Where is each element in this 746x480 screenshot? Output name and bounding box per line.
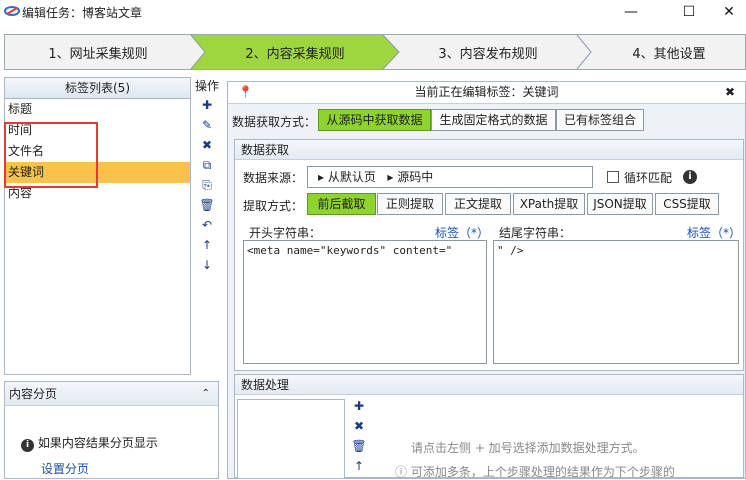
start-tag-link[interactable]: 标签（*） [435,224,489,241]
source-path-html: 源码中 [397,170,434,184]
extract-json-button[interactable]: JSON提取 [587,193,653,215]
extract-body-button[interactable]: 正文提取 [445,193,511,215]
fetch-mode-fixed-button[interactable]: 生成固定格式的数据 [431,109,556,131]
process-hint: 请点击左侧 + 加号选择添加数据处理方式。 [411,441,645,455]
delete-process-icon[interactable]: ✖ [349,419,369,439]
source-label: 数据来源： [243,171,304,185]
fetch-mode-label: 数据获取方式： [232,115,317,129]
process-hint-2: ⓘ 可添加多条，上个步骤处理的结果作为下个步骤的 [395,463,675,480]
data-processing-header: 数据处理 [235,375,743,395]
pagination-title: 内容分页 [9,387,58,401]
set-pagination-link[interactable]: 设置分页 [41,460,89,477]
source-arrow-icon: ▸ [387,170,394,184]
data-fetch-section: 数据获取 数据来源： ▸ 从默认页 ▸ 源码中 循环匹配 i 提取方式： 前后截… [234,139,744,371]
edit-icon[interactable]: ✎ [193,115,221,135]
app-logo-icon [4,6,20,16]
up-arrow-icon[interactable]: ↑ [193,235,221,255]
down-arrow-icon[interactable]: ↓ [193,255,221,275]
title-bar: 编辑任务：博客站文章 — ☐ ✕ [0,0,746,24]
close-button[interactable]: ✕ [706,0,746,24]
pin-icon[interactable]: 📍 [238,82,253,103]
extract-regex-button[interactable]: 正则提取 [377,193,443,215]
tag-list-header: 标签列表(5) [5,78,190,99]
source-arrow-icon: ▸ [318,170,325,184]
up-process-icon[interactable]: ↑ [349,459,369,479]
trash-process-icon[interactable]: 🗑 [349,439,369,459]
editor-header-text: 当前正在编辑标签：关键词 [414,85,559,99]
minimize-button[interactable]: — [608,0,654,24]
loop-checkbox[interactable] [607,171,619,183]
step-3-tab[interactable]: 3、内容发布规则 [399,35,577,69]
add-process-icon[interactable]: ✚ [349,399,369,419]
pagination-header: 内容分页 ⌃ [5,382,218,406]
processing-ops: ✚ ✖ 🗑 ↑ [349,399,369,479]
extract-label: 提取方式： [243,199,304,213]
undo-icon[interactable]: ↶ [193,215,221,235]
copy-icon[interactable]: ⧉ [193,155,221,175]
extract-xpath-button[interactable]: XPath提取 [513,193,585,215]
highlight-box [4,122,98,188]
extract-css-button[interactable]: CSS提取 [655,193,719,215]
info-icon: i [21,439,34,452]
window-title: 编辑任务：博客站文章 [22,6,143,20]
pagination-panel: 内容分页 ⌃ i 如果内容结果分页显示 设置分页 [4,381,219,479]
step-2-tab[interactable]: 2、内容采集规则 [205,35,385,69]
start-string-textarea[interactable]: <meta name="keywords" content=" [243,240,487,364]
editor-panel: 📍 当前正在编辑标签：关键词 ✖ 数据获取方式： 从源码中获取数据 生成固定格式… [227,81,746,479]
paste-icon[interactable]: ⎘ [193,175,221,195]
source-selector[interactable]: ▸ 从默认页 ▸ 源码中 [307,166,593,188]
add-icon[interactable]: ✚ [193,95,221,115]
fetch-mode-source-button[interactable]: 从源码中获取数据 [318,109,431,131]
collapse-icon[interactable]: ⌃ [202,382,210,406]
processing-list[interactable] [237,399,345,479]
end-tag-link[interactable]: 标签（*） [687,224,741,241]
ops-column: 操作 ✚ ✎ ✖ ⧉ ⎘ 🗑 ↶ ↑ ↓ [193,77,221,375]
end-string-textarea[interactable]: " /> [493,240,739,364]
process-hint-2-text: 可添加多条，上个步骤处理的结果作为下个步骤的 [410,465,675,479]
source-path-default: 从默认页 [327,170,376,184]
pagination-info-text: 如果内容结果分页显示 [37,436,158,450]
ops-header: 操作 [194,79,219,93]
start-string-label: 开头字符串： [249,226,322,240]
editor-header: 📍 当前正在编辑标签：关键词 ✖ [228,82,745,104]
extract-before-after-button[interactable]: 前后截取 [307,193,376,215]
delete-icon[interactable]: ✖ [193,135,221,155]
step-1-tab[interactable]: 1、网址采集规则 [5,35,191,69]
end-string-label: 结尾字符串： [499,226,572,240]
trash-icon[interactable]: 🗑 [193,195,221,215]
step-wizard: 1、网址采集规则 2、内容采集规则 3、内容发布规则 4、其他设置 [4,34,746,70]
pagination-info: i 如果内容结果分页显示 [21,434,158,452]
fetch-mode-combine-button[interactable]: 已有标签组合 [556,109,644,131]
close-editor-icon[interactable]: ✖ [725,82,735,103]
step-4-tab[interactable]: 4、其他设置 [591,35,746,69]
data-processing-section: 数据处理 ✚ ✖ 🗑 ↑ 请点击左侧 + 加号选择添加数据处理方式。 ⓘ 可添加… [234,374,744,480]
info-icon: ⓘ [395,465,408,479]
data-fetch-header: 数据获取 [235,140,743,160]
loop-label: 循环匹配 [624,171,673,185]
info-icon[interactable]: i [683,170,697,184]
tag-item-title[interactable]: 标题 [5,99,190,120]
